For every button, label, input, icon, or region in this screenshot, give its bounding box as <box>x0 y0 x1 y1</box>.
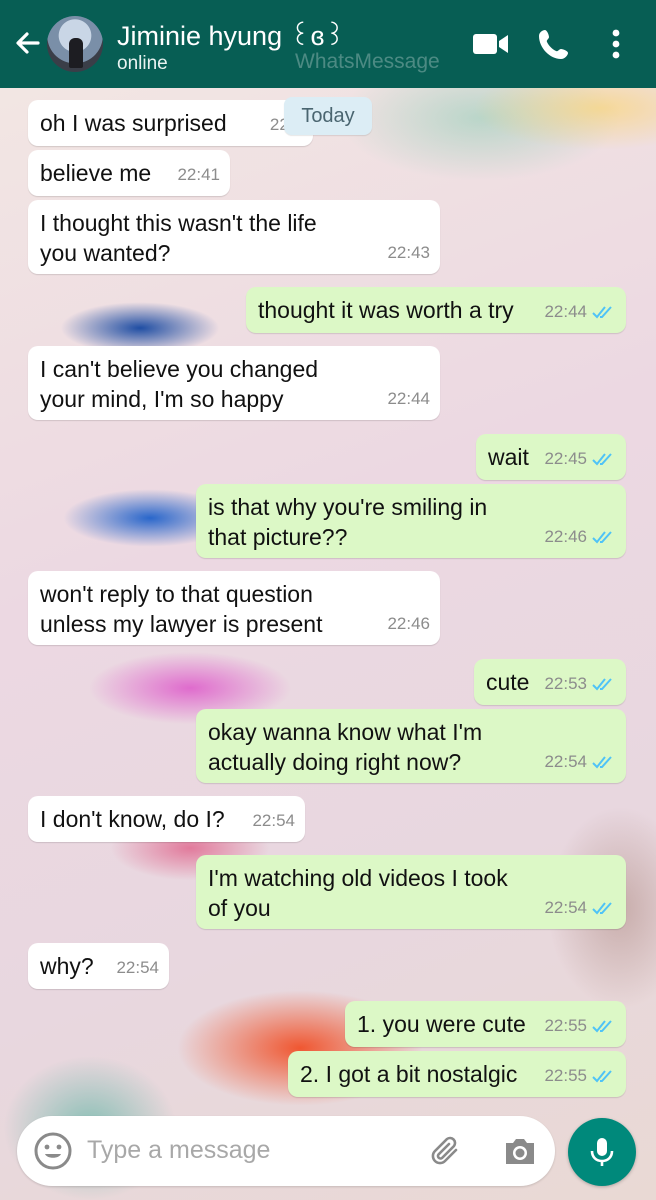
read-tick-icon <box>592 531 612 544</box>
message-outgoing[interactable]: thought it was worth a try 22:44 <box>246 287 626 333</box>
date-chip: Today <box>284 97 372 135</box>
mic-icon <box>590 1138 614 1166</box>
message-outgoing[interactable]: wait 22:45 <box>476 434 626 480</box>
message-time: 22:54 <box>116 958 159 977</box>
read-tick-icon <box>592 1020 612 1033</box>
message-text-line: I thought this wasn't the life <box>40 210 317 236</box>
message-time: 22:53 <box>544 674 587 693</box>
message-text-line: I'm watching old videos I took <box>208 865 508 891</box>
contact-status: online <box>117 53 168 74</box>
message-incoming[interactable]: won't reply to that question unless my la… <box>28 571 440 645</box>
contact-name[interactable]: Jiminie hyung ꒰ɞ꒱ <box>117 16 345 52</box>
message-incoming[interactable]: I thought this wasn't the life you wanted… <box>28 200 440 274</box>
message-time: 22:43 <box>387 243 430 262</box>
message-time: 22:55 <box>544 1016 587 1035</box>
message-text-line: of you <box>208 895 271 921</box>
message-time: 22:45 <box>544 449 587 468</box>
message-time: 22:44 <box>387 389 430 408</box>
message-outgoing[interactable]: 2. I got a bit nostalgic 22:55 <box>288 1051 626 1097</box>
chat-header: Jiminie hyung ꒰ɞ꒱ online WhatsMessage <box>0 0 656 88</box>
message-incoming[interactable]: I don't know, do I? 22:54 <box>28 796 305 842</box>
read-tick-icon <box>592 453 612 466</box>
attach-icon[interactable] <box>429 1133 465 1169</box>
message-outgoing[interactable]: I'm watching old videos I took of you 22:… <box>196 855 626 929</box>
message-outgoing[interactable]: okay wanna know what I'm actually doing r… <box>196 709 626 783</box>
watermark: WhatsMessage <box>295 50 440 73</box>
message-outgoing[interactable]: is that why you're smiling in that pictur… <box>196 484 626 558</box>
message-time: 22:54 <box>544 898 587 917</box>
message-text-line: okay wanna know what I'm <box>208 719 483 745</box>
message-time: 22:46 <box>387 614 430 633</box>
message-time: 22:54 <box>252 811 295 830</box>
read-tick-icon <box>592 678 612 691</box>
message-time: 22:55 <box>544 1066 587 1085</box>
message-time: 22:44 <box>544 302 587 321</box>
message-text: thought it was worth a try <box>258 297 514 323</box>
message-incoming[interactable]: believe me 22:41 <box>28 150 230 196</box>
message-outgoing[interactable]: cute 22:53 <box>474 659 626 705</box>
message-text: why? <box>40 953 94 979</box>
message-outgoing[interactable]: 1. you were cute 22:55 <box>345 1001 626 1047</box>
message-text-line: your mind, I'm so happy <box>40 386 284 412</box>
read-tick-icon <box>592 902 612 915</box>
message-text: 2. I got a bit nostalgic <box>300 1061 518 1087</box>
message-text-line: actually doing right now? <box>208 749 462 775</box>
message-incoming[interactable]: I can't believe you changed your mind, I'… <box>28 346 440 420</box>
message-list[interactable]: oh I was surprised 22:4 Today believe me… <box>0 88 656 1200</box>
read-tick-icon <box>592 756 612 769</box>
mic-button[interactable] <box>568 1118 636 1186</box>
message-incoming[interactable]: oh I was surprised 22:4 <box>28 100 313 146</box>
contact-avatar[interactable] <box>47 16 103 72</box>
message-text-line: is that why you're smiling in <box>208 494 488 520</box>
message-text: 1. you were cute <box>357 1011 526 1037</box>
message-text: I don't know, do I? <box>40 806 225 832</box>
read-tick-icon <box>592 306 612 319</box>
message-time: 22:41 <box>177 165 220 184</box>
message-text-line: that picture?? <box>208 524 348 550</box>
message-time: 22:54 <box>544 752 587 771</box>
message-text-line: I can't believe you changed <box>40 356 319 382</box>
more-options-icon[interactable] <box>598 26 634 62</box>
message-time: 22:46 <box>544 527 587 546</box>
voice-call-icon[interactable] <box>535 26 575 62</box>
message-text: believe me <box>40 160 152 186</box>
camera-icon[interactable] <box>502 1134 538 1168</box>
message-text-line: won't reply to that question <box>40 581 313 607</box>
message-text-line: you wanted? <box>40 240 171 266</box>
read-tick-icon <box>592 1070 612 1083</box>
message-text: wait <box>488 444 529 470</box>
message-incoming[interactable]: why? 22:54 <box>28 943 169 989</box>
message-text: cute <box>486 669 530 695</box>
message-composer: Type a message <box>17 1116 555 1186</box>
back-arrow-icon[interactable] <box>10 26 44 60</box>
message-text-line: unless my lawyer is present <box>40 611 323 637</box>
message-text: oh I was surprised <box>40 110 227 136</box>
message-input[interactable]: Type a message <box>87 1136 270 1165</box>
emoji-icon[interactable] <box>33 1131 73 1171</box>
video-call-icon[interactable] <box>470 26 510 62</box>
